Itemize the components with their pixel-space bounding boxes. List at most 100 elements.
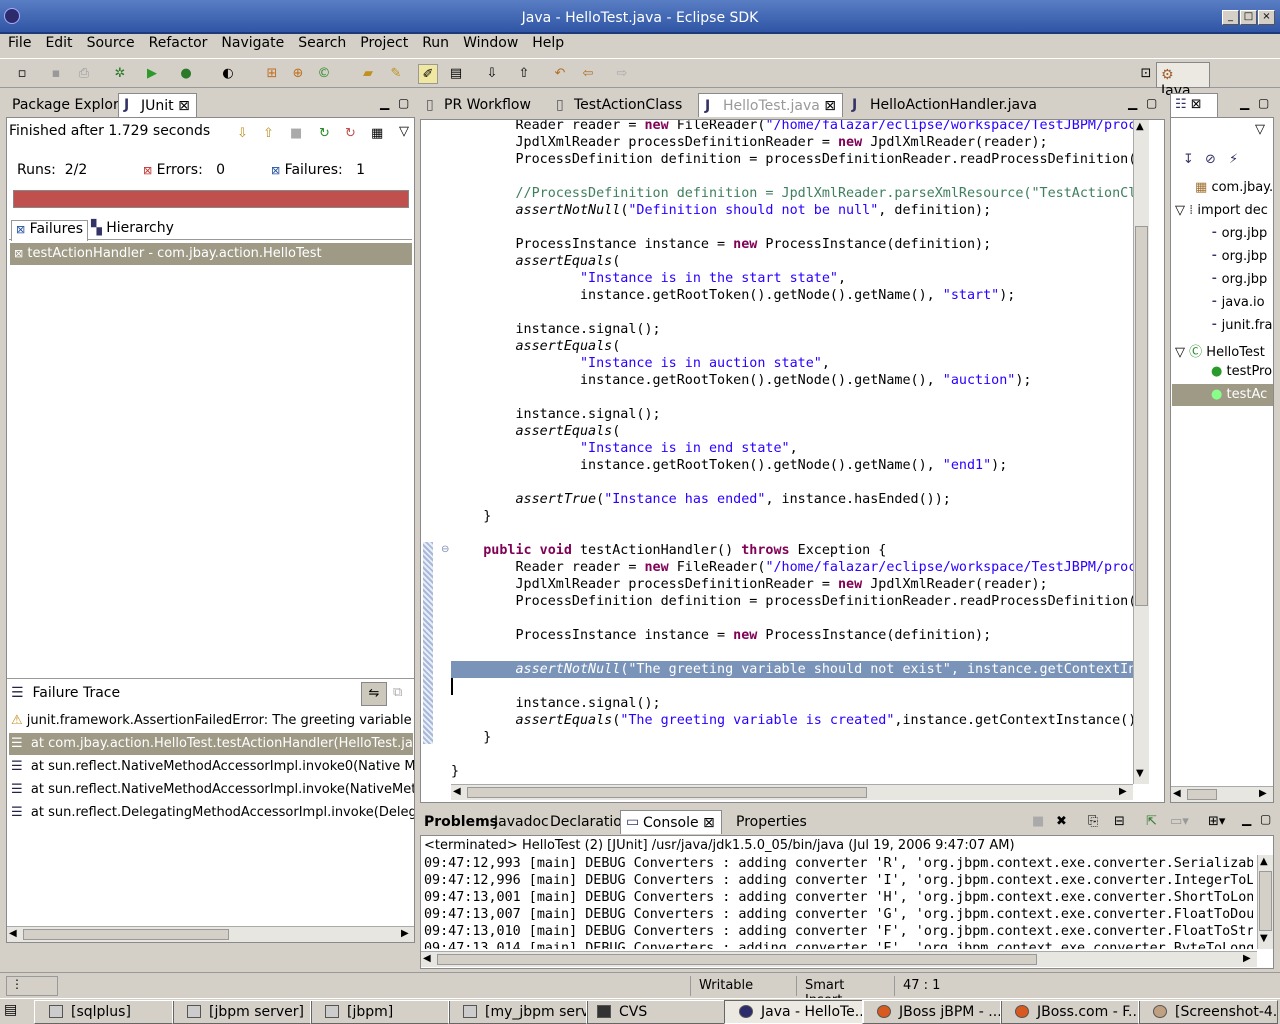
- tab-outline[interactable]: ☷ ⊠: [1170, 93, 1218, 117]
- code-line[interactable]: instance.getRootToken().getNode().getNam…: [451, 287, 1015, 304]
- clear-console-icon[interactable]: ⎘: [1088, 814, 1098, 829]
- failure-list-item[interactable]: ⊠ testActionHandler - com.jbay.action.He…: [10, 243, 412, 265]
- code-line[interactable]: ProcessDefinition definition = processDe…: [451, 593, 1137, 610]
- code-line[interactable]: ProcessDefinition definition = processDe…: [451, 151, 1137, 168]
- code-line[interactable]: ProcessInstance instance = new ProcessIn…: [451, 627, 992, 644]
- history-icon[interactable]: ▦: [371, 126, 383, 141]
- taskbar-item-screenshot[interactable]: [Screenshot-4....: [1138, 1000, 1278, 1024]
- menu-run[interactable]: Run: [414, 34, 455, 51]
- scrollbar-thumb[interactable]: [1135, 226, 1148, 606]
- terminate-icon[interactable]: ■: [1032, 814, 1044, 829]
- new-test-icon[interactable]: ©: [314, 64, 334, 84]
- taskbar-item-eclipse[interactable]: Java - HelloTe...: [724, 1000, 864, 1024]
- code-line[interactable]: assertEquals(: [451, 253, 621, 270]
- maximize-view-icon[interactable]: ▢: [1146, 96, 1157, 110]
- compare-result-icon[interactable]: ⧉: [393, 685, 402, 700]
- outline-package[interactable]: ▦ com.jbay.: [1195, 180, 1273, 195]
- close-icon[interactable]: ⊠: [1191, 97, 1202, 112]
- mark-occurrences-icon[interactable]: ✐: [418, 64, 438, 84]
- minimize-view-icon[interactable]: ▁: [1128, 96, 1137, 110]
- menu-source[interactable]: Source: [79, 34, 141, 51]
- open-perspective-icon[interactable]: ⊡: [1136, 64, 1156, 84]
- outline-class[interactable]: ▽ Ⓒ HelloTest: [1175, 341, 1265, 360]
- maximize-view-icon[interactable]: ▢: [1260, 812, 1271, 826]
- code-editor[interactable]: ⊖ Reader reader = new FileReader("/home/…: [420, 119, 1165, 803]
- outline-imports[interactable]: ▽ ⁞ import dec: [1175, 203, 1268, 218]
- scroll-up-icon[interactable]: ▲: [1136, 121, 1144, 132]
- close-icon[interactable]: ⊠: [703, 815, 715, 831]
- code-line[interactable]: instance.signal();: [451, 695, 661, 712]
- menu-file[interactable]: File: [0, 34, 37, 51]
- new-icon[interactable]: ▫: [12, 64, 32, 84]
- open-console-icon[interactable]: ⊞▾: [1208, 814, 1225, 829]
- print-icon[interactable]: ⎙: [74, 64, 94, 84]
- scrollbar-thumb[interactable]: [23, 929, 229, 940]
- code-line[interactable]: assertEquals(: [451, 338, 621, 355]
- outline-import[interactable]: ⁃ java.io: [1211, 295, 1265, 310]
- code-line[interactable]: }: [451, 729, 491, 746]
- code-line[interactable]: instance.signal();: [451, 406, 661, 423]
- view-menu-icon[interactable]: ▽: [1255, 122, 1265, 137]
- last-edit-icon[interactable]: ↶: [550, 64, 570, 84]
- tab-hierarchy[interactable]: ▚ Hierarchy: [87, 220, 178, 236]
- view-menu-icon[interactable]: ▽: [399, 124, 409, 139]
- taskbar-item-cvs[interactable]: CVS: [586, 1000, 726, 1024]
- search-icon[interactable]: ✎: [386, 64, 406, 84]
- save-icon[interactable]: ▪: [46, 64, 66, 84]
- scroll-left-icon[interactable]: ◀: [1173, 788, 1181, 799]
- code-line[interactable]: }: [451, 508, 491, 525]
- scrollbar-thumb[interactable]: [467, 787, 867, 798]
- rerun-failed-icon[interactable]: ↻: [345, 126, 356, 141]
- back-icon[interactable]: ⇦: [578, 64, 598, 84]
- trace-line[interactable]: ☰ at sun.reflect.DelegatingMethodAccesso…: [11, 802, 414, 824]
- outline-import[interactable]: ⁃ org.jbp: [1211, 272, 1267, 287]
- code-line[interactable]: instance.signal();: [451, 321, 661, 338]
- tab-console[interactable]: ▭ Console ⊠: [620, 810, 722, 834]
- taskbar-item-jboss-jbpm[interactable]: JBoss jBPM - ...: [862, 1000, 1002, 1024]
- perspective-java-button[interactable]: ⚙ Java: [1156, 62, 1210, 99]
- maximize-view-icon[interactable]: ▢: [1258, 96, 1269, 110]
- scroll-left-icon[interactable]: ◀: [453, 786, 461, 797]
- tab-failures[interactable]: ⊠ Failures: [11, 220, 89, 241]
- editor-horizontal-scrollbar[interactable]: ◀ ▶: [451, 784, 1133, 800]
- prev-annotation-icon[interactable]: ⇧: [514, 64, 534, 84]
- new-class-icon[interactable]: ⊕: [288, 64, 308, 84]
- tab-helloactionhandler[interactable]: J HelloActionHandler.java: [846, 93, 1043, 117]
- minimize-view-icon[interactable]: ▁: [1240, 96, 1249, 110]
- menu-search[interactable]: Search: [290, 34, 352, 51]
- collapse-icon[interactable]: ⊖: [441, 544, 449, 555]
- new-package-icon[interactable]: ⊞: [262, 64, 282, 84]
- expand-icon[interactable]: ▽: [1175, 203, 1185, 218]
- code-line[interactable]: assertEquals(: [451, 423, 621, 440]
- taskbar-item-my-jbpm-server[interactable]: [my_jbpm server]: [448, 1000, 588, 1024]
- scroll-lock-icon[interactable]: ⊟: [1114, 814, 1125, 829]
- next-failure-icon[interactable]: ⇩: [237, 126, 248, 141]
- menu-navigate[interactable]: Navigate: [213, 34, 290, 51]
- code-line[interactable]: ProcessInstance instance = new ProcessIn…: [451, 236, 992, 253]
- trace-line[interactable]: ⚠ junit.framework.AssertionFailedError: …: [11, 710, 414, 732]
- taskbar-item-jbpm-server[interactable]: [jbpm server]: [172, 1000, 312, 1024]
- code-line[interactable]: instance.getRootToken().getNode().getNam…: [451, 372, 1031, 389]
- code-line[interactable]: JpdlXmlReader processDefinitionReader = …: [451, 134, 1048, 151]
- remove-launch-icon[interactable]: ✖: [1056, 814, 1067, 829]
- menu-refactor[interactable]: Refactor: [141, 34, 214, 51]
- hide-static-icon[interactable]: ⚡: [1229, 152, 1238, 167]
- show-desktop-icon[interactable]: ▤: [4, 1002, 28, 1022]
- taskbar-item-jbpm[interactable]: [jbpm]: [310, 1000, 450, 1024]
- trace-line[interactable]: ☰ at sun.reflect.NativeMethodAccessorImp…: [11, 779, 414, 801]
- taskbar-item-jboss-com[interactable]: JBoss.com - F...: [1000, 1000, 1140, 1024]
- code-line[interactable]: "Instance is in auction state",: [451, 355, 830, 372]
- outline-method[interactable]: ● testPro: [1211, 364, 1272, 379]
- debug-icon[interactable]: ✲: [110, 64, 130, 84]
- show-whitespace-icon[interactable]: ▤: [446, 64, 466, 84]
- outline-import[interactable]: ⁃ org.jbp: [1211, 249, 1267, 264]
- pin-console-icon[interactable]: ⇱: [1146, 814, 1157, 829]
- scroll-right-icon[interactable]: ▶: [1119, 786, 1127, 797]
- code-line[interactable]: }: [451, 763, 459, 780]
- tab-junit[interactable]: J JUnit ⊠: [118, 93, 197, 117]
- minimize-view-icon[interactable]: ▁: [1242, 812, 1251, 826]
- maximize-button[interactable]: □: [1240, 10, 1257, 25]
- outline-import[interactable]: ⁃ org.jbp: [1211, 226, 1267, 241]
- scrollbar-thumb[interactable]: [1187, 789, 1217, 800]
- outline-method-selected[interactable]: ● testAc: [1172, 384, 1273, 406]
